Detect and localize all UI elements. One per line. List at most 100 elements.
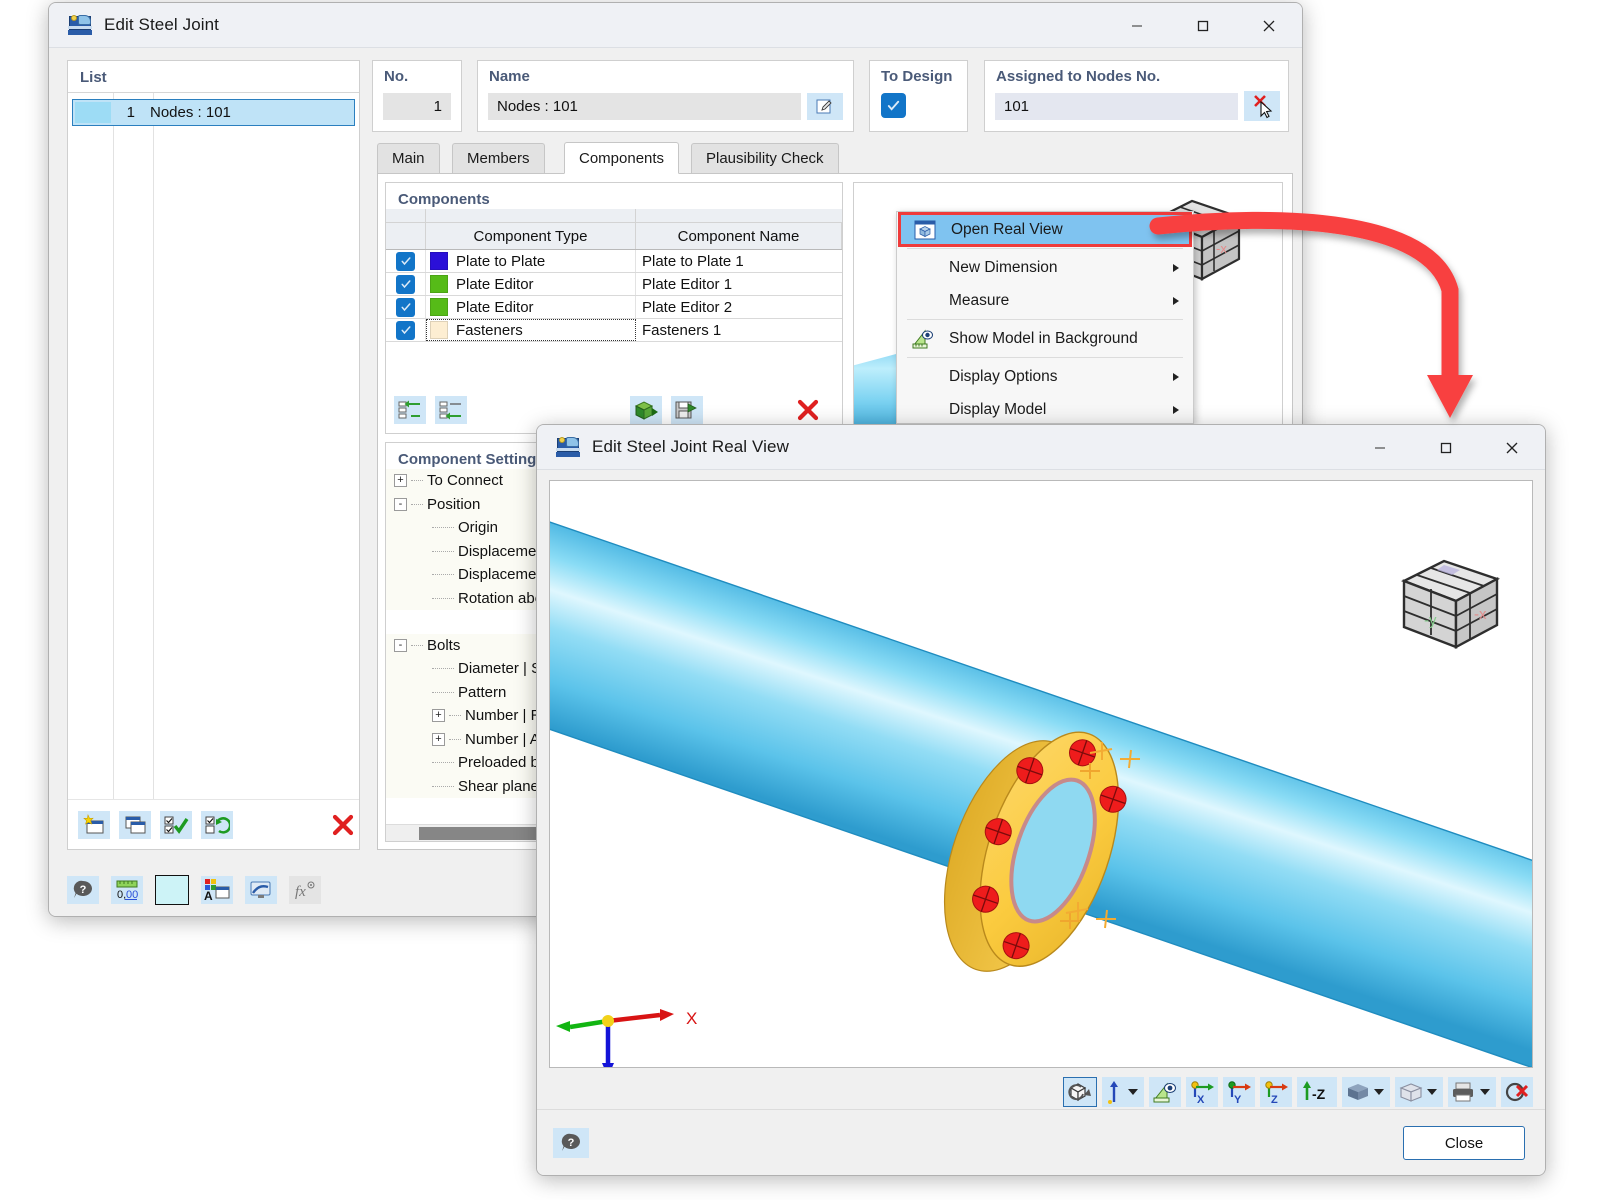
svg-text:A: A [204, 889, 213, 902]
collapse-icon[interactable]: - [394, 638, 407, 652]
tree-connector [432, 597, 454, 599]
tree-item-label: Displacemen [458, 566, 545, 584]
minimize-button[interactable] [1104, 3, 1170, 48]
list-item-label: Nodes : 101 [150, 104, 231, 121]
joint-list-panel: List 1 Nodes : 101 [67, 60, 360, 850]
chevron-down-icon[interactable] [1374, 1089, 1384, 1095]
real-view-viewport[interactable]: X Y Z [549, 480, 1533, 1068]
components-table[interactable]: Component Type Component Name Plate to P… [386, 209, 842, 342]
row-component-name[interactable]: Fasteners 1 [636, 319, 842, 341]
axis-x-icon[interactable]: X [1186, 1077, 1218, 1107]
color-palette-icon[interactable]: A [201, 876, 233, 904]
to-design-label: To Design [881, 68, 953, 85]
table-row[interactable]: Plate Editor Plate Editor 1 [386, 273, 842, 296]
red-x-cursor-icon[interactable] [1501, 1077, 1533, 1107]
ruler-number-icon[interactable]: 0, 00 [111, 876, 143, 904]
chevron-down-icon[interactable] [1128, 1089, 1138, 1095]
assigned-nodes-panel: Assigned to Nodes No. 101 [984, 60, 1289, 132]
green-box-arrow-icon[interactable] [630, 396, 662, 424]
menu-item-new-dimension[interactable]: New Dimension [897, 251, 1193, 284]
tab-plausibility-check[interactable]: Plausibility Check [691, 143, 839, 173]
printer-icon[interactable] [1448, 1077, 1496, 1107]
row-component-type[interactable]: Plate Editor [426, 273, 636, 295]
joint-list[interactable]: 1 Nodes : 101 [68, 93, 359, 799]
chevron-down-icon[interactable] [1480, 1089, 1490, 1095]
menu-item-measure[interactable]: Measure [897, 284, 1193, 317]
row-checkbox[interactable] [386, 250, 426, 272]
minimize-button[interactable] [1347, 425, 1413, 470]
table-row[interactable]: Fasteners Fasteners 1 [386, 319, 842, 342]
new-window-star-icon[interactable] [78, 810, 110, 839]
close-button[interactable]: Close [1403, 1126, 1525, 1160]
ruler-eye-icon[interactable] [1149, 1077, 1181, 1107]
menu-item-label: New Dimension [949, 258, 1058, 276]
list-toolbar [68, 799, 359, 849]
question-bubble-icon[interactable]: ? [67, 876, 99, 904]
name-input[interactable]: Nodes : 101 [488, 93, 801, 120]
wireframe-mode-button[interactable] [1395, 1077, 1443, 1107]
row-component-name[interactable]: Plate Editor 1 [636, 273, 842, 295]
row-component-name[interactable]: Plate to Plate 1 [636, 250, 842, 272]
invert-check-icon[interactable] [201, 810, 233, 839]
menu-item-open-real-view[interactable]: Open Real View [898, 212, 1192, 247]
question-bubble-icon[interactable]: ? [553, 1127, 589, 1158]
list-item[interactable]: 1 Nodes : 101 [72, 99, 355, 126]
maximize-button[interactable] [1413, 425, 1479, 470]
to-design-panel: To Design [869, 60, 968, 132]
expand-icon[interactable]: + [432, 732, 445, 746]
axis-z-icon[interactable]: Z [1260, 1077, 1292, 1107]
real-view-window: Edit Steel Joint Real View X -y -x X Y Z… [536, 424, 1546, 1176]
collapse-icon[interactable]: - [394, 497, 407, 511]
tab-members[interactable]: Members [452, 143, 545, 173]
row-checkbox[interactable] [386, 273, 426, 295]
row-checkbox[interactable] [386, 296, 426, 318]
maximize-button[interactable] [1170, 3, 1236, 48]
check-all-icon[interactable] [160, 810, 192, 839]
chevron-down-icon[interactable] [1427, 1089, 1437, 1095]
tab-components[interactable]: Components [564, 142, 680, 174]
row-component-type[interactable]: Plate Editor [426, 296, 636, 318]
outdent-left-icon[interactable] [435, 396, 467, 424]
row-component-type[interactable]: Plate to Plate [426, 250, 636, 272]
context-menu[interactable]: Open Real View New Dimension Measure Sho… [896, 211, 1194, 424]
to-design-checkbox[interactable] [881, 93, 906, 118]
submenu-arrow-icon [1173, 296, 1179, 305]
component-type-label: Plate Editor [456, 275, 534, 293]
pick-nodes-cursor-icon[interactable] [1244, 91, 1280, 121]
navigation-cube-icon: -y -x [1401, 559, 1501, 650]
row-component-name[interactable]: Plate Editor 2 [636, 296, 842, 318]
component-color-swatch [430, 275, 448, 293]
tree-item-label: Diameter | St [458, 660, 546, 678]
joint-no-panel: No. 1 [372, 60, 462, 132]
table-row[interactable]: Plate Editor Plate Editor 2 [386, 296, 842, 319]
row-checkbox[interactable] [386, 319, 426, 341]
rotate-cube-icon[interactable] [1063, 1077, 1097, 1107]
edit-pencil-icon[interactable] [807, 93, 843, 120]
svg-text:Y: Y [1234, 1094, 1242, 1104]
indent-left-icon[interactable] [394, 396, 426, 424]
move-view-button[interactable] [1102, 1077, 1144, 1107]
tab-main[interactable]: Main [377, 143, 440, 173]
menu-item-show-model-in-background[interactable]: Show Model in Background [897, 322, 1193, 355]
assigned-nodes-input[interactable]: 101 [995, 93, 1238, 120]
red-x-icon[interactable] [327, 811, 359, 839]
close-button[interactable] [1479, 425, 1545, 470]
expand-icon[interactable]: + [432, 709, 445, 723]
expand-icon[interactable]: + [394, 474, 407, 488]
fx-icon: fx [289, 876, 321, 904]
list-color-swatch [75, 102, 111, 123]
column-header-component-type: Component Type [426, 223, 636, 249]
copy-window-icon[interactable] [119, 810, 151, 839]
menu-item-display-model[interactable]: Display Model [897, 393, 1193, 426]
cyan-swatch-icon[interactable] [155, 875, 189, 905]
axis-minus-z-icon[interactable]: -Z [1297, 1077, 1337, 1107]
axis-y-icon[interactable]: Y [1223, 1077, 1255, 1107]
close-button[interactable] [1236, 3, 1302, 48]
red-x-icon[interactable] [792, 396, 824, 424]
table-row[interactable]: Plate to Plate Plate to Plate 1 [386, 250, 842, 273]
menu-item-display-options[interactable]: Display Options [897, 360, 1193, 393]
green-box-save-icon[interactable] [671, 396, 703, 424]
render-mode-button[interactable] [1342, 1077, 1390, 1107]
row-component-type[interactable]: Fasteners [426, 319, 636, 341]
screen-icon[interactable] [245, 876, 277, 904]
